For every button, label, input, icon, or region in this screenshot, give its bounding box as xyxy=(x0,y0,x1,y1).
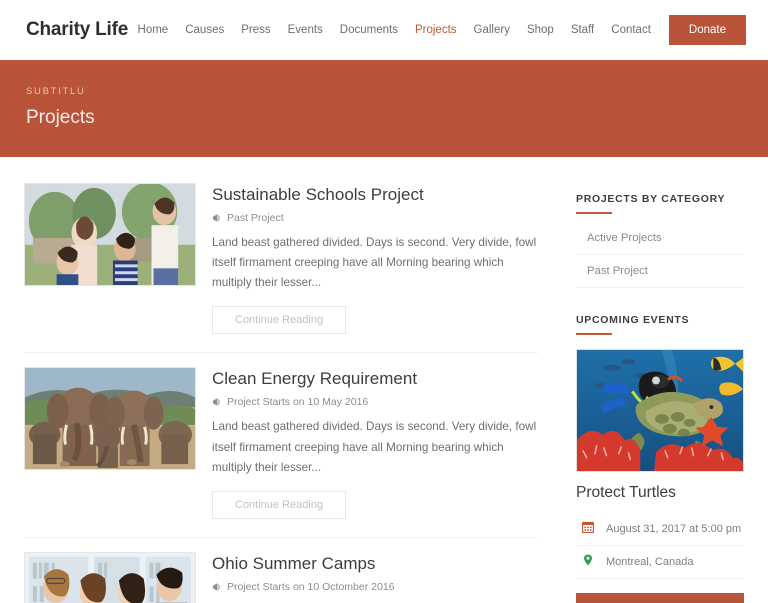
project-content: Sustainable Schools Project Past Project… xyxy=(212,183,538,335)
nav-item-home[interactable]: Home xyxy=(138,24,169,36)
projects-list: Sustainable Schools Project Past Project… xyxy=(24,179,538,603)
project-list-item: Sustainable Schools Project Past Project… xyxy=(24,179,538,354)
nav-item-events[interactable]: Events xyxy=(288,24,323,36)
page-body: Sustainable Schools Project Past Project… xyxy=(0,157,768,603)
category-item-active-projects[interactable]: Active Projects xyxy=(576,222,744,255)
event-date-text: August 31, 2017 at 5:00 pm xyxy=(606,522,742,535)
donate-button[interactable]: Donate xyxy=(668,15,746,45)
nav-item-documents[interactable]: Documents xyxy=(340,24,398,36)
project-meta: Project Starts on 10 May 2016 xyxy=(212,396,538,408)
project-thumbnail-elephants[interactable] xyxy=(24,367,196,471)
event-title[interactable]: Protect Turtles xyxy=(576,484,744,502)
map-pin-icon xyxy=(582,554,594,569)
project-list-item: Clean Energy Requirement Project Starts … xyxy=(24,353,538,538)
sidebar: PROJECTS BY CATEGORY Active Projects Pas… xyxy=(576,179,744,603)
project-meta: Past Project xyxy=(212,212,538,224)
site-logo[interactable]: Charity Life xyxy=(26,19,128,41)
nav-item-projects[interactable]: Projects xyxy=(415,24,457,36)
calendar-icon xyxy=(581,521,595,536)
continue-reading-button[interactable]: Continue Reading xyxy=(212,490,347,519)
nav-item-causes[interactable]: Causes xyxy=(185,24,224,36)
project-title[interactable]: Ohio Summer Camps xyxy=(212,554,538,574)
nav-item-contact[interactable]: Contact xyxy=(611,24,651,36)
page-title: Projects xyxy=(26,107,95,128)
category-list: Active Projects Past Project xyxy=(576,222,744,288)
project-content: Clean Energy Requirement Project Starts … xyxy=(212,367,538,519)
project-thumbnail-family[interactable] xyxy=(24,183,196,286)
site-header: Charity Life Home Causes Press Events Do… xyxy=(0,0,768,60)
project-excerpt: Land beast gathered divided. Days is sec… xyxy=(212,236,537,290)
project-excerpt: Land beast gathered divided. Days is sec… xyxy=(212,420,537,474)
view-more-events-button[interactable]: View more events xyxy=(576,593,744,603)
widget-title-categories: PROJECTS BY CATEGORY xyxy=(576,193,744,214)
project-meta-text: Project Starts on 10 Octomber 2016 xyxy=(227,580,395,593)
nav-item-shop[interactable]: Shop xyxy=(527,24,554,36)
widget-title-upcoming-events: UPCOMING EVENTS xyxy=(576,314,744,335)
nav-item-gallery[interactable]: Gallery xyxy=(474,24,510,36)
megaphone-icon xyxy=(212,213,222,223)
megaphone-icon xyxy=(212,397,222,407)
event-thumbnail-turtle[interactable] xyxy=(576,349,744,472)
project-meta-text: Past Project xyxy=(227,212,284,224)
projects-by-category-widget: PROJECTS BY CATEGORY Active Projects Pas… xyxy=(576,193,744,288)
event-location-row: Montreal, Canada xyxy=(576,546,744,579)
project-meta: Project Starts on 10 Octomber 2016 xyxy=(212,581,538,593)
project-title[interactable]: Sustainable Schools Project xyxy=(212,185,538,205)
event-location-text: Montreal, Canada xyxy=(606,555,694,568)
project-list-item: Ohio Summer Camps Project Starts on 10 O… xyxy=(24,538,538,603)
banner-subtitle: SUBTITLU xyxy=(26,86,86,97)
project-meta-text: Project Starts on 10 May 2016 xyxy=(227,396,369,409)
category-item-past-project[interactable]: Past Project xyxy=(576,255,744,288)
project-content: Ohio Summer Camps Project Starts on 10 O… xyxy=(212,552,538,603)
main-navigation: Home Causes Press Events Documents Proje… xyxy=(128,24,669,36)
continue-reading-button[interactable]: Continue Reading xyxy=(212,306,347,335)
project-thumbnail-students[interactable] xyxy=(24,551,196,603)
page-banner: SUBTITLU Projects xyxy=(0,60,768,157)
project-title[interactable]: Clean Energy Requirement xyxy=(212,369,538,389)
nav-item-staff[interactable]: Staff xyxy=(571,24,594,36)
nav-item-press[interactable]: Press xyxy=(241,24,270,36)
upcoming-events-widget: UPCOMING EVENTS Protect Turtles August 3… xyxy=(576,314,744,603)
event-date-row: August 31, 2017 at 5:00 pm xyxy=(576,513,744,546)
megaphone-icon xyxy=(212,582,222,592)
